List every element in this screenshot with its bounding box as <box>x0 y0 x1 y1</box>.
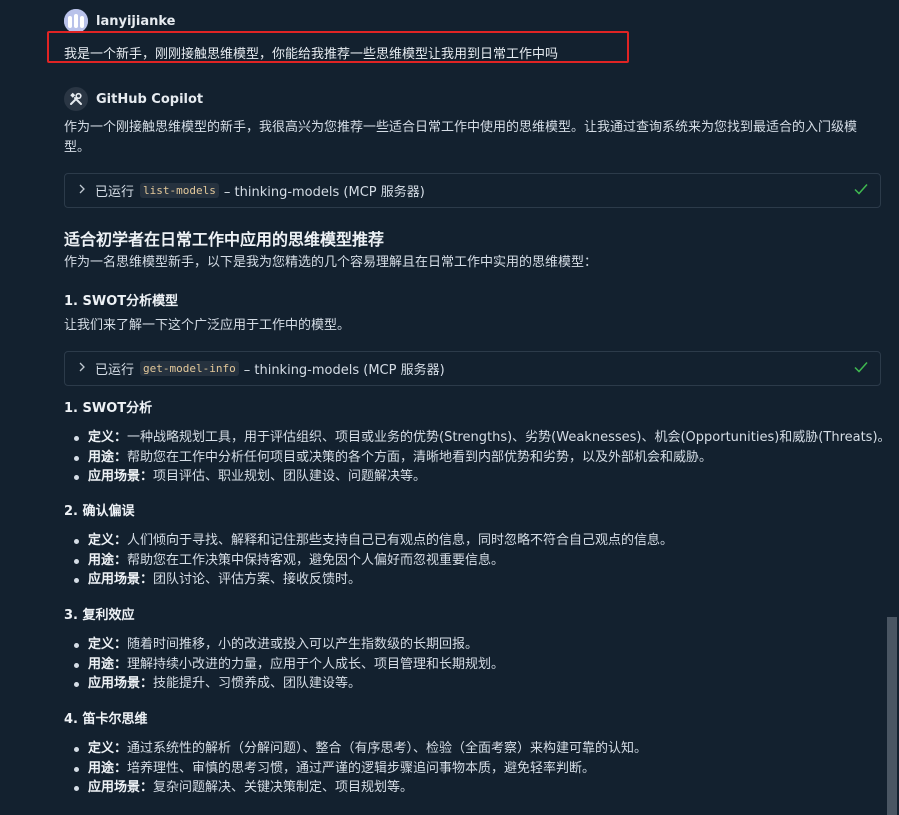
model-details: 定义：随着时间推移，小的改进或投入可以产生指数级的长期回报。 用途：理解持续小改… <box>64 635 504 694</box>
chat-panel: lanyijianke 我是一个新手，刚刚接触思维模型，你能给我推荐一些思维模型… <box>0 0 899 815</box>
list-item: 用途：理解持续小改进的力量，应用于个人成长、项目管理和长期规划。 <box>64 655 504 675</box>
tool-run-list-models[interactable]: 已运行 list-models – thinking-models (MCP 服… <box>64 173 881 208</box>
model-title: 3. 复利效应 <box>64 608 135 623</box>
list-item: 用途：培养理性、审慎的思考习惯，通过严谨的逻辑步骤追问事物本质，避免轻率判断。 <box>64 759 647 779</box>
assistant-intro: 作为一个刚接触思维模型的新手，我很高兴为您推荐一些适合日常工作中使用的思维模型。… <box>64 118 857 158</box>
assistant-name: GitHub Copilot <box>96 91 204 107</box>
chevron-right-icon <box>78 361 90 376</box>
check-icon <box>853 359 869 379</box>
tool-name: get-model-info <box>140 361 239 376</box>
check-icon <box>853 181 869 201</box>
list-item: 用途：帮助您在工作决策中保持客观，避免因个人偏好而忽视重要信息。 <box>64 551 673 571</box>
list-item: 应用场景：团队讨论、评估方案、接收反馈时。 <box>64 570 673 590</box>
model-text: 让我们来了解一下这个广泛应用于工作中的模型。 <box>64 318 351 333</box>
list-item: 定义：随着时间推移，小的改进或投入可以产生指数级的长期回报。 <box>64 635 504 655</box>
avatar <box>64 87 88 111</box>
user-name: lanyijianke <box>96 13 176 29</box>
list-item: 应用场景：技能提升、习惯养成、团队建设等。 <box>64 674 504 694</box>
tool-server: – thinking-models (MCP 服务器) <box>243 363 445 378</box>
list-item: 定义：一种战略规划工具，用于评估组织、项目或业务的优势(Strengths)、劣… <box>64 428 891 448</box>
model-title: 4. 笛卡尔思维 <box>64 712 148 727</box>
model-details: 定义：通过系统性的解析（分解问题）、整合（有序思考）、检验（全面考察）来构建可靠… <box>64 739 647 798</box>
intro-line: 型。 <box>64 140 91 155</box>
chevron-right-icon <box>78 183 90 198</box>
intro-line: 作为一个刚接触思维模型的新手，我很高兴为您推荐一些适合日常工作中使用的思维模型。… <box>64 120 858 135</box>
model-title: 1. SWOT分析模型 <box>64 294 179 309</box>
list-item: 用途：帮助您在工作中分析任何项目或决策的各个方面，清晰地看到内部优势和劣势，以及… <box>64 448 891 468</box>
tool-name: list-models <box>140 183 219 198</box>
model-details: 定义：一种战略规划工具，用于评估组织、项目或业务的优势(Strengths)、劣… <box>64 428 891 487</box>
model-details: 定义：人们倾向于寻找、解释和记住那些支持自己已有观点的信息，同时忽略不符合自己观… <box>64 531 673 590</box>
tool-run-get-model-info[interactable]: 已运行 get-model-info – thinking-models (MC… <box>64 351 881 386</box>
scrollbar-thumb[interactable] <box>887 617 897 815</box>
assistant-header: GitHub Copilot <box>64 87 203 111</box>
tools-icon <box>70 92 82 105</box>
tool-server: – thinking-models (MCP 服务器) <box>223 185 425 200</box>
tool-run-label: 已运行 <box>95 185 135 200</box>
user-avatar-icon <box>64 9 88 33</box>
list-item: 定义：通过系统性的解析（分解问题）、整合（有序思考）、检验（全面考察）来构建可靠… <box>64 739 647 759</box>
user-message: 我是一个新手，刚刚接触思维模型，你能给我推荐一些思维模型让我用到日常工作中吗 <box>64 47 559 62</box>
model-title: 1. SWOT分析 <box>64 401 153 416</box>
user-header: lanyijianke <box>64 9 175 33</box>
model-title: 2. 确认偏误 <box>64 504 135 519</box>
avatar <box>64 9 88 33</box>
list-item: 应用场景：复杂问题解决、关键决策制定、项目规划等。 <box>64 778 647 798</box>
tool-run-label: 已运行 <box>95 363 135 378</box>
list-item: 应用场景：项目评估、职业规划、团队建设、问题解决等。 <box>64 467 891 487</box>
section-heading: 适合初学者在日常工作中应用的思维模型推荐 <box>64 230 385 249</box>
sub-intro: 作为一名思维模型新手，以下是我为您精选的几个容易理解且在日常工作中实用的思维模型… <box>64 255 598 270</box>
list-item: 定义：人们倾向于寻找、解释和记住那些支持自己已有观点的信息，同时忽略不符合自己观… <box>64 531 673 551</box>
